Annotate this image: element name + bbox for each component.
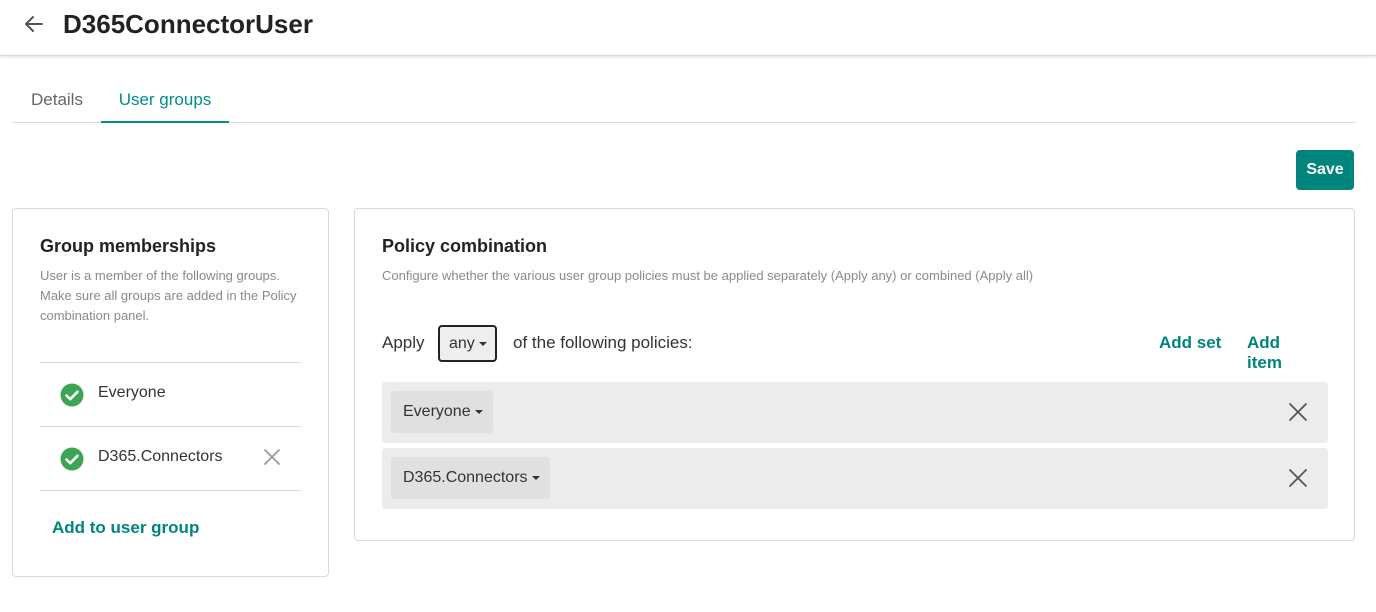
close-icon[interactable]	[262, 447, 282, 467]
add-item-link[interactable]: Add item	[1247, 333, 1317, 373]
arrow-left-icon[interactable]	[22, 12, 46, 36]
policy-combination-panel: Policy combination Configure whether the…	[354, 208, 1355, 541]
list-item: Everyone	[40, 363, 301, 427]
group-memberships-panel: Group memberships User is a member of th…	[12, 208, 329, 577]
check-circle-icon	[60, 383, 84, 407]
policy-row: Everyone	[382, 382, 1328, 443]
apply-row: Apply any of the following policies: Add…	[382, 324, 1317, 372]
caret-down-icon	[478, 341, 487, 346]
apply-mode-select[interactable]: any	[438, 325, 497, 362]
policy-select[interactable]: Everyone	[391, 391, 493, 433]
apply-label: Apply	[382, 333, 425, 352]
tab-user-groups[interactable]: User groups	[101, 80, 229, 123]
group-memberships-description: User is a member of the following groups…	[40, 268, 297, 323]
following-policies-label: of the following policies:	[513, 333, 693, 352]
policy-combination-title: Policy combination	[382, 236, 548, 256]
caret-down-icon	[474, 409, 483, 414]
save-button[interactable]: Save	[1296, 150, 1354, 190]
policy-select-value: Everyone	[403, 403, 471, 420]
policy-select-value: D365.Connectors	[403, 469, 528, 486]
membership-label: Everyone	[98, 384, 166, 401]
tab-bar: Details User groups	[13, 80, 1355, 123]
group-memberships-title: Group memberships	[40, 236, 217, 256]
caret-down-icon	[531, 475, 540, 480]
policy-combination-description: Configure whether the various user group…	[382, 268, 1034, 283]
close-icon[interactable]	[1287, 467, 1309, 489]
list-item: D365.Connectors	[40, 427, 301, 491]
close-icon[interactable]	[1287, 401, 1309, 423]
membership-list: Everyone D365.Connectors	[40, 362, 301, 491]
tab-details[interactable]: Details	[31, 80, 83, 123]
add-set-link[interactable]: Add set	[1159, 333, 1221, 353]
add-to-user-group-link[interactable]: Add to user group	[52, 518, 199, 538]
check-circle-icon	[60, 447, 84, 471]
page-title: D365ConnectorUser	[63, 9, 313, 39]
policy-row: D365.Connectors	[382, 448, 1328, 509]
page-header: D365ConnectorUser	[0, 0, 1376, 56]
policy-select[interactable]: D365.Connectors	[391, 457, 550, 499]
apply-mode-value: any	[449, 335, 475, 352]
membership-label: D365.Connectors	[98, 448, 223, 465]
